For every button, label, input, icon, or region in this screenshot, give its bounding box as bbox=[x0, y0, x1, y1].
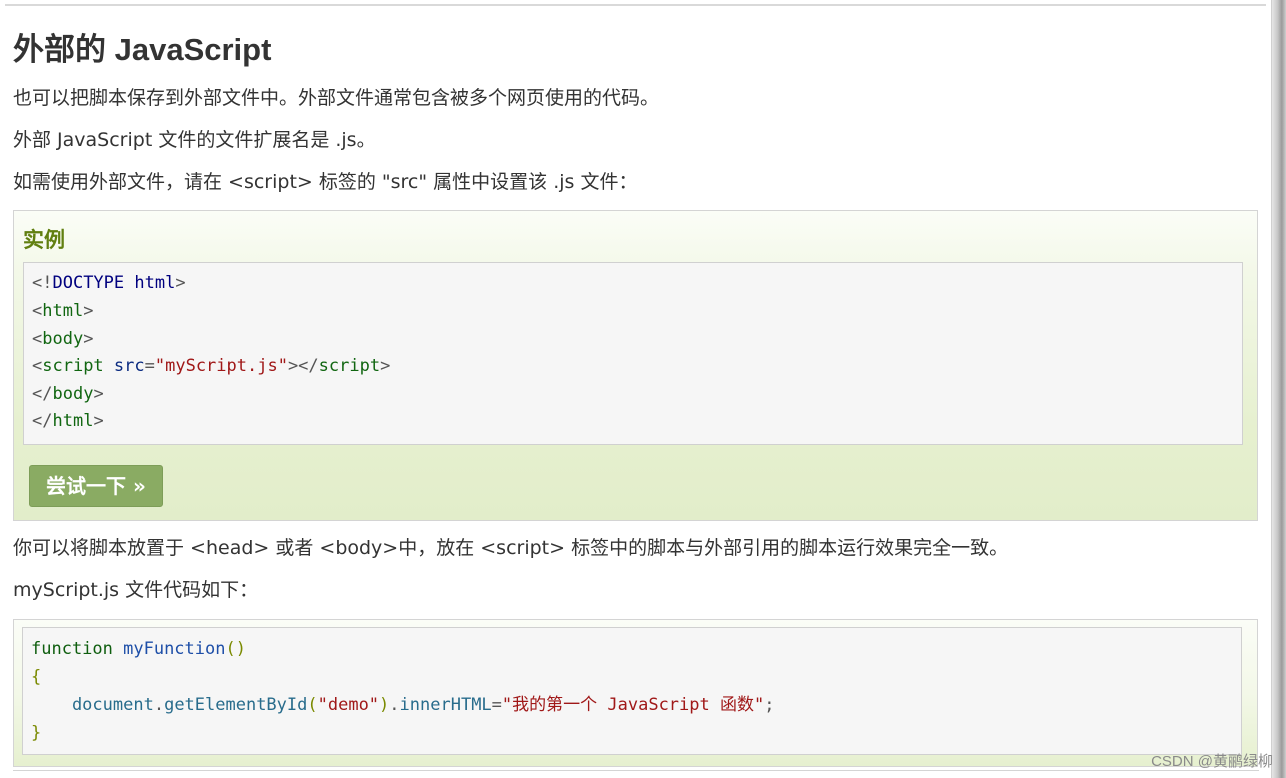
js-line-4: } bbox=[31, 722, 41, 744]
code-line-3: <body> bbox=[32, 328, 93, 350]
paragraph-2: 外部 JavaScript 文件的文件扩展名是 .js。 bbox=[13, 129, 376, 151]
js-code-block: function myFunction() { document.getElem… bbox=[22, 627, 1242, 755]
code-line-2: <html> bbox=[32, 300, 93, 322]
code-token: () bbox=[225, 639, 246, 659]
code-token: . bbox=[153, 695, 165, 715]
js-line-3: document.getElementById("demo").innerHTM… bbox=[31, 694, 775, 716]
code-token: > bbox=[83, 301, 94, 321]
code-token: html bbox=[42, 301, 84, 321]
code-token: <! bbox=[32, 273, 53, 293]
code-token: html bbox=[124, 273, 176, 293]
paragraph-5: myScript.js 文件代码如下： bbox=[13, 579, 259, 601]
code-token: ) bbox=[379, 695, 390, 715]
try-it-button[interactable]: 尝试一下 » bbox=[29, 465, 163, 507]
code-line-4: <script src="myScript.js"></script> bbox=[32, 355, 390, 377]
code-token: < bbox=[32, 356, 43, 376]
code-token: < bbox=[32, 329, 43, 349]
paragraph-1: 也可以把脚本保存到外部文件中。外部文件通常包含被多个网页使用的代码。 bbox=[13, 87, 660, 109]
html-code-block: <!DOCTYPE html> <html> <body> <script sr… bbox=[23, 262, 1243, 445]
code-token: > bbox=[380, 356, 391, 376]
code-token: ; bbox=[764, 695, 775, 715]
code-token: script bbox=[42, 356, 104, 376]
js-line-2: { bbox=[31, 666, 41, 688]
code-token: "myScript.js" bbox=[154, 356, 288, 376]
paragraph-4: 你可以将脚本放置于 <head> 或者 <body>中，放在 <script> … bbox=[13, 537, 1009, 559]
top-divider bbox=[5, 4, 1266, 6]
code-token: = bbox=[144, 356, 155, 376]
code-token: . bbox=[389, 695, 400, 715]
code-token: { bbox=[31, 667, 42, 687]
example-box: 实例 <!DOCTYPE html> <html> <body> <script… bbox=[13, 210, 1258, 521]
code-token: > bbox=[93, 384, 104, 404]
code-token: myFunction bbox=[112, 639, 226, 659]
js-line-1: function myFunction() bbox=[31, 638, 246, 660]
paragraph-3: 如需使用外部文件，请在 <script> 标签的 "src" 属性中设置该 .j… bbox=[13, 171, 638, 193]
code-token: ( bbox=[307, 695, 318, 715]
code-token: > bbox=[93, 411, 104, 431]
code-token: DOCTYPE bbox=[52, 273, 125, 293]
code-token: body bbox=[42, 329, 84, 349]
code-token: </ bbox=[32, 384, 53, 404]
code-line-5: </body> bbox=[32, 383, 104, 405]
code-token: "demo" bbox=[317, 695, 380, 715]
code-line-6: </html> bbox=[32, 410, 104, 432]
code-token: "我的第一个 JavaScript 函数" bbox=[501, 695, 765, 715]
bottom-divider bbox=[13, 770, 1259, 771]
code-token: < bbox=[32, 301, 43, 321]
scrollbar-strip[interactable] bbox=[1272, 0, 1286, 778]
code-token: > bbox=[83, 329, 94, 349]
code-token: = bbox=[491, 695, 502, 715]
code-token: } bbox=[31, 723, 42, 743]
code-token: </ bbox=[32, 411, 53, 431]
csdn-watermark: CSDN @黄鹂绿柳 bbox=[1151, 753, 1273, 770]
code-line-1: <!DOCTYPE html> bbox=[32, 272, 186, 294]
code-token: script bbox=[318, 356, 381, 376]
page-title: 外部的 JavaScript bbox=[13, 32, 272, 67]
code-token: > bbox=[175, 273, 186, 293]
code-token: html bbox=[52, 411, 94, 431]
example-title: 实例 bbox=[23, 228, 65, 252]
code-token: function bbox=[31, 639, 113, 659]
code-token: ></ bbox=[287, 356, 319, 376]
code-token: document bbox=[31, 695, 154, 715]
code-token: innerHTML bbox=[399, 695, 492, 715]
code-token: getElementById bbox=[164, 695, 308, 715]
code-token: body bbox=[52, 384, 94, 404]
code-token: src bbox=[103, 356, 145, 376]
